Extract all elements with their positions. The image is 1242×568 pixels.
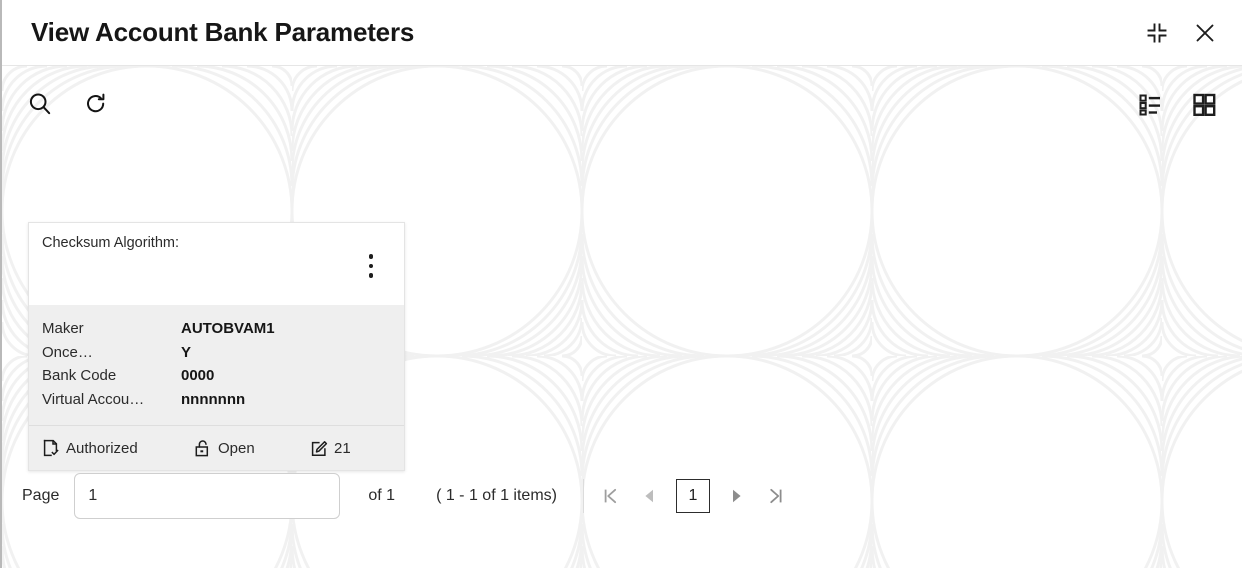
field-label: Once… (42, 343, 93, 361)
card-field-row: Virtual Accou… nnnnnnn (42, 388, 391, 412)
card-header: Checksum Algorithm: (29, 223, 404, 305)
edit-square-icon (310, 439, 329, 458)
authorization-status-text: Authorized (66, 439, 138, 457)
last-page-icon[interactable] (756, 476, 796, 516)
page-title: View Account Bank Parameters (31, 17, 415, 47)
modification-number-text: 21 (334, 439, 351, 457)
total-pages-text: of 1 (368, 487, 396, 504)
pagination-divider (582, 479, 584, 513)
field-label: Virtual Accou… (42, 390, 145, 408)
status-badge-authorization: Authorized (42, 439, 194, 458)
content-area: Checksum Algorithm: Maker AUTOBVAM1 Once… (2, 66, 1242, 568)
card-field-list: Maker AUTOBVAM1 Once… Y Bank Code 0000 V… (29, 305, 404, 425)
field-value: AUTOBVAM1 (181, 320, 275, 337)
card-field-row: Bank Code 0000 (42, 364, 391, 388)
pager-controls: 1 (590, 476, 796, 516)
card-footer: Authorized Open 21 (29, 425, 404, 470)
toolbar-left-group (18, 82, 118, 126)
card-field-row: Once… Y (42, 341, 391, 365)
record-status-text: Open (218, 439, 255, 457)
close-icon[interactable] (1186, 14, 1224, 52)
item-range-text: ( 1 - 1 of 1 items) (436, 487, 557, 504)
field-label: Maker (42, 320, 84, 337)
kebab-menu-icon[interactable] (359, 251, 383, 281)
record-card[interactable]: Checksum Algorithm: Maker AUTOBVAM1 Once… (28, 222, 405, 471)
next-page-icon[interactable] (716, 476, 756, 516)
grid-view-icon[interactable] (1182, 82, 1226, 126)
unlock-icon (194, 439, 213, 458)
field-value: 0000 (181, 367, 215, 384)
window-controls (1138, 0, 1224, 66)
window-titlebar: View Account Bank Parameters (2, 0, 1242, 66)
document-check-icon (42, 439, 61, 458)
search-icon[interactable] (18, 82, 62, 126)
field-value: Y (181, 343, 192, 361)
toolbar-right-group (1128, 82, 1226, 126)
field-label: Bank Code (42, 367, 117, 384)
previous-page-icon[interactable] (630, 476, 670, 516)
current-page-button[interactable]: 1 (675, 479, 710, 513)
field-value: nnnnnnn (181, 390, 246, 408)
refresh-icon[interactable] (74, 82, 118, 126)
list-view-icon[interactable] (1128, 82, 1172, 126)
page-number-input[interactable] (74, 473, 341, 519)
card-title: Checksum Algorithm: (42, 235, 179, 251)
content-toolbar (2, 66, 1242, 144)
card-field-row: Maker AUTOBVAM1 (42, 317, 391, 341)
first-page-icon[interactable] (590, 476, 630, 516)
collapse-icon[interactable] (1138, 14, 1176, 52)
modification-count: 21 (310, 439, 351, 458)
pagination-bar: Page of 1 ( 1 - 1 of 1 items) 1 (2, 466, 1242, 526)
application-window: View Account Bank Parameters Checksum Al… (0, 0, 1242, 568)
page-label: Page (22, 487, 60, 504)
status-badge-record: Open (194, 439, 310, 458)
